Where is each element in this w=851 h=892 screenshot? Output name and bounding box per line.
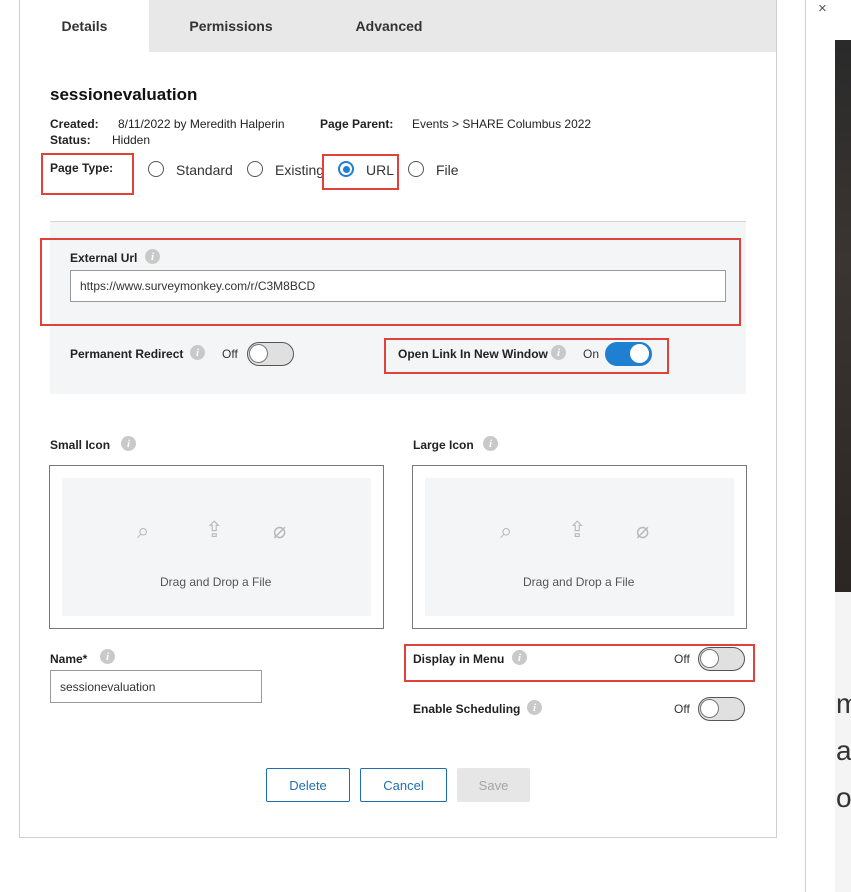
- large-icon-label: Large Icon: [413, 438, 474, 452]
- browse-icon[interactable]: ⌕: [137, 518, 149, 544]
- page-parent-value: Events > SHARE Columbus 2022: [412, 117, 592, 131]
- external-url-label: External Url: [70, 251, 138, 265]
- info-icon[interactable]: i: [121, 436, 136, 451]
- toggle-knob: [700, 699, 719, 718]
- large-icon-drop-area[interactable]: [425, 478, 734, 616]
- tab-advanced[interactable]: Advanced: [330, 0, 448, 52]
- save-button[interactable]: Save: [457, 768, 530, 802]
- browse-icon[interactable]: ⌕: [500, 518, 512, 544]
- permanent-redirect-toggle[interactable]: [247, 342, 294, 366]
- page-parent-label: Page Parent:: [320, 117, 394, 131]
- display-in-menu-toggle[interactable]: [698, 647, 745, 671]
- page-type-label: Page Type:: [50, 161, 114, 175]
- cancel-button[interactable]: Cancel: [360, 768, 447, 802]
- open-new-window-state: On: [583, 347, 600, 361]
- name-input[interactable]: sessionevaluation: [50, 670, 262, 703]
- radio-url[interactable]: [338, 161, 354, 177]
- info-icon[interactable]: i: [512, 650, 527, 665]
- permanent-redirect-state: Off: [222, 347, 238, 361]
- radio-existing-label[interactable]: Existing: [275, 162, 324, 178]
- enable-scheduling-state: Off: [674, 702, 690, 716]
- display-in-menu-label: Display in Menu: [413, 652, 505, 666]
- external-url-input[interactable]: https://www.surveymonkey.com/r/C3M8BCD: [70, 270, 726, 302]
- link-icon[interactable]: ⌀: [636, 518, 649, 544]
- enable-scheduling-label: Enable Scheduling: [413, 702, 521, 716]
- background-text: a: [836, 735, 851, 766]
- radio-existing[interactable]: [247, 161, 263, 177]
- enable-scheduling-toggle[interactable]: [698, 697, 745, 721]
- radio-file-label[interactable]: File: [436, 162, 459, 178]
- display-in-menu-state: Off: [674, 652, 690, 666]
- link-icon[interactable]: ⌀: [273, 518, 286, 544]
- delete-button[interactable]: Delete: [266, 768, 350, 802]
- info-icon[interactable]: i: [100, 649, 115, 664]
- tab-permissions[interactable]: Permissions: [165, 0, 297, 52]
- open-new-window-label: Open Link In New Window: [398, 347, 548, 361]
- info-icon[interactable]: i: [483, 436, 498, 451]
- info-icon[interactable]: i: [190, 345, 205, 360]
- background-image: [835, 40, 851, 592]
- name-label: Name*: [50, 652, 88, 666]
- toggle-knob: [700, 649, 719, 668]
- page-title: sessionevaluation: [50, 85, 198, 104]
- small-icon-drop-text: Drag and Drop a File: [160, 575, 272, 589]
- close-icon[interactable]: ×: [818, 0, 827, 17]
- small-icon-drop-area[interactable]: [62, 478, 371, 616]
- small-icon-label: Small Icon: [50, 438, 111, 452]
- upload-icon[interactable]: ⇪: [205, 517, 223, 543]
- upload-icon[interactable]: ⇪: [568, 517, 586, 543]
- status-value: Hidden: [112, 133, 151, 147]
- radio-url-label[interactable]: URL: [366, 162, 394, 178]
- background-text: o: [836, 782, 851, 813]
- toggle-knob: [249, 344, 268, 363]
- created-label: Created:: [50, 117, 99, 131]
- info-icon[interactable]: i: [551, 345, 566, 360]
- tab-details[interactable]: Details: [20, 0, 149, 52]
- permanent-redirect-label: Permanent Redirect: [70, 347, 184, 361]
- created-value: 8/11/2022 by Meredith Halperin: [118, 117, 285, 131]
- radio-file[interactable]: [408, 161, 424, 177]
- info-icon[interactable]: i: [527, 700, 542, 715]
- radio-standard[interactable]: [148, 161, 164, 177]
- status-label: Status:: [50, 133, 91, 147]
- background-text: m: [836, 688, 851, 719]
- large-icon-drop-text: Drag and Drop a File: [523, 575, 635, 589]
- radio-standard-label[interactable]: Standard: [176, 162, 233, 178]
- info-icon[interactable]: i: [145, 249, 160, 264]
- toggle-knob: [630, 344, 649, 363]
- open-new-window-toggle[interactable]: [605, 342, 652, 366]
